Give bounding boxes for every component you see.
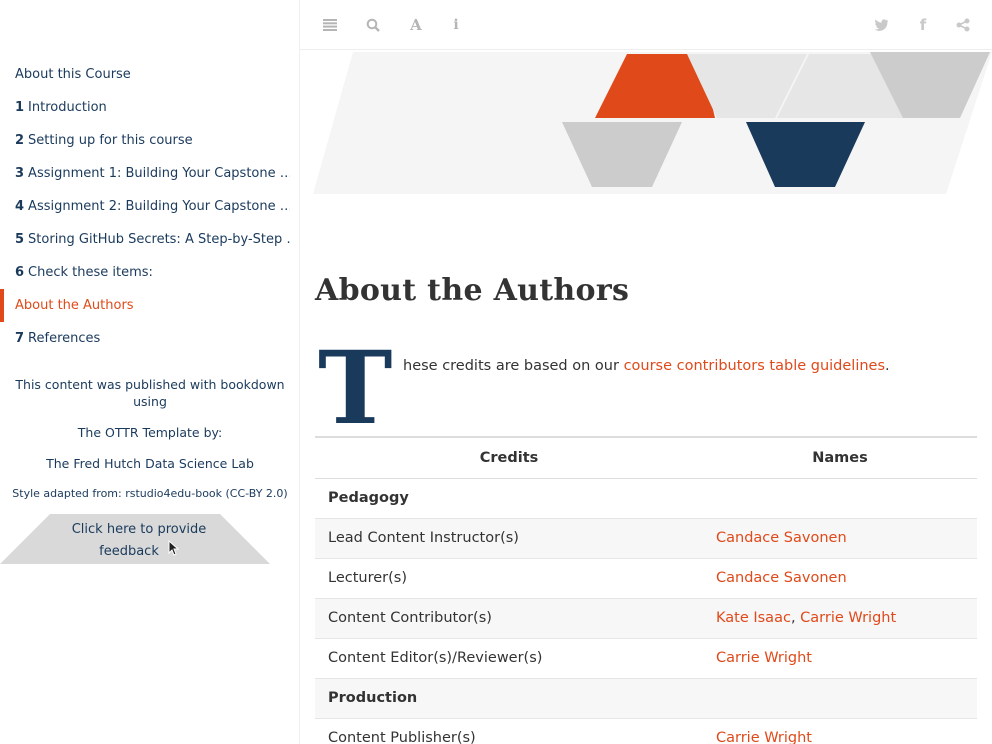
intro-paragraph: hese credits are based on our course con…: [403, 358, 890, 374]
header-names: Names: [703, 436, 977, 479]
names-cell: Candace Savonen: [703, 558, 977, 599]
author-link[interactable]: Candace Savonen: [716, 570, 847, 586]
credits-table: Credits Names Pedagogy Lead Content Instr…: [315, 436, 977, 744]
table-row: Pedagogy: [315, 478, 977, 519]
sidebar-item[interactable]: About the Authors: [0, 289, 290, 322]
sidebar-item-number: 7: [15, 331, 25, 346]
names-cell: Carrie Wright: [703, 638, 977, 679]
sidebar-item-label: Introduction: [28, 100, 107, 115]
style-adapted[interactable]: Style adapted from: rstudio4edu-book (CC…: [0, 485, 300, 502]
sidebar-item-label: About the Authors: [15, 298, 134, 313]
sidebar-item-number: 6: [15, 265, 25, 280]
intro-text: hese credits are based on our: [403, 358, 624, 374]
table-header-row: Credits Names: [315, 436, 977, 479]
table-row: Production: [315, 678, 977, 719]
facebook-icon[interactable]: f: [913, 15, 933, 35]
credit-cell: Lecturer(s): [315, 558, 703, 599]
sidebar-item[interactable]: 3 Assignment 1: Building Your Capstone …: [0, 157, 290, 190]
sidebar-item-number: 2: [15, 133, 25, 148]
names-cell: [703, 478, 977, 519]
credit-cell: Lead Content Instructor(s): [315, 518, 703, 559]
sidebar-nav: About this Course 1 Introduction 2 Setting u…: [0, 58, 300, 355]
feedback-line-1: Click here to provide: [71, 522, 207, 537]
header-credits: Credits: [315, 436, 703, 479]
contributors-guidelines-link[interactable]: course contributors table guidelines: [624, 358, 885, 374]
twitter-icon[interactable]: [871, 15, 891, 35]
sidebar-item[interactable]: 4 Assignment 2: Building Your Capstone …: [0, 190, 290, 223]
feedback-button[interactable]: Click here to provide feedback: [0, 514, 270, 564]
sidebar-item-label: About this Course: [15, 67, 131, 82]
lab-link[interactable]: The Fred Hutch Data Science Lab: [0, 455, 300, 472]
names-cell: Kate Isaac, Carrie Wright: [703, 598, 977, 639]
table-row: Lecturer(s) Candace Savonen: [315, 558, 977, 599]
name-separator: ,: [790, 610, 801, 626]
names-cell: Carrie Wright: [703, 718, 977, 744]
page-title: About the Authors: [315, 273, 630, 308]
sidebar-item-number: 4: [15, 199, 25, 214]
author-link[interactable]: Carrie Wright: [716, 730, 812, 744]
published-note: This content was published with bookdown…: [0, 376, 300, 410]
sidebar-item-label: Setting up for this course: [28, 133, 193, 148]
sidebar-item[interactable]: 7 References: [0, 322, 290, 355]
sidebar-item-number: 3: [15, 166, 25, 181]
sidebar-item-label: Check these items:: [28, 265, 153, 280]
author-link[interactable]: Carrie Wright: [800, 610, 896, 626]
dropcap-letter: T: [318, 329, 393, 447]
intro-end: .: [885, 358, 890, 374]
names-cell: [703, 678, 977, 719]
mouse-cursor-icon: [168, 540, 180, 556]
table-row: Content Editor(s)/Reviewer(s) Carrie Wrig…: [315, 638, 977, 679]
info-icon[interactable]: i: [446, 15, 466, 35]
author-link[interactable]: Candace Savonen: [716, 530, 847, 546]
sidebar-item-label: References: [28, 331, 101, 346]
sidebar-item[interactable]: About this Course: [0, 58, 290, 91]
sidebar-item-number: 5: [15, 232, 25, 247]
credit-cell: Production: [315, 678, 703, 719]
credit-cell: Content Contributor(s): [315, 598, 703, 639]
sidebar-item-label: Assignment 1: Building Your Capstone …: [28, 166, 290, 181]
feedback-label: Click here to provide feedback: [55, 519, 223, 563]
sidebar-item[interactable]: 1 Introduction: [0, 91, 290, 124]
feedback-line-2: feedback: [99, 544, 159, 559]
author-link[interactable]: Kate Isaac: [716, 610, 791, 626]
search-icon[interactable]: [363, 15, 383, 35]
credit-cell: Pedagogy: [315, 478, 703, 519]
sidebar: About this Course 1 Introduction 2 Setting u…: [0, 0, 300, 744]
table-row: Content Publisher(s) Carrie Wright: [315, 718, 977, 744]
menu-icon[interactable]: [320, 15, 340, 35]
author-link[interactable]: Carrie Wright: [716, 650, 812, 666]
names-cell: Candace Savonen: [703, 518, 977, 559]
share-icon[interactable]: [953, 15, 973, 35]
published-line-2: using: [133, 394, 167, 409]
credit-cell: Content Publisher(s): [315, 718, 703, 744]
sidebar-item[interactable]: 5 Storing GitHub Secrets: A Step-by-Step …: [0, 223, 290, 256]
sidebar-item-label: Assignment 2: Building Your Capstone …: [28, 199, 290, 214]
sidebar-item[interactable]: 6 Check these items:: [0, 256, 290, 289]
sidebar-item-label: Storing GitHub Secrets: A Step-by-Step …: [28, 232, 290, 247]
sidebar-item-number: 1: [15, 100, 25, 115]
table-row: Lead Content Instructor(s) Candace Savone…: [315, 518, 977, 559]
toolbar: A i f: [300, 0, 992, 50]
header-banner: [313, 52, 992, 194]
published-line-1: This content was published with bookdown: [15, 377, 285, 392]
table-row: Content Contributor(s) Kate Isaac, Carrie…: [315, 598, 977, 639]
sidebar-item[interactable]: 2 Setting up for this course: [0, 124, 290, 157]
font-icon[interactable]: A: [406, 15, 426, 35]
template-by[interactable]: The OTTR Template by:: [0, 424, 300, 441]
credit-cell: Content Editor(s)/Reviewer(s): [315, 638, 703, 679]
